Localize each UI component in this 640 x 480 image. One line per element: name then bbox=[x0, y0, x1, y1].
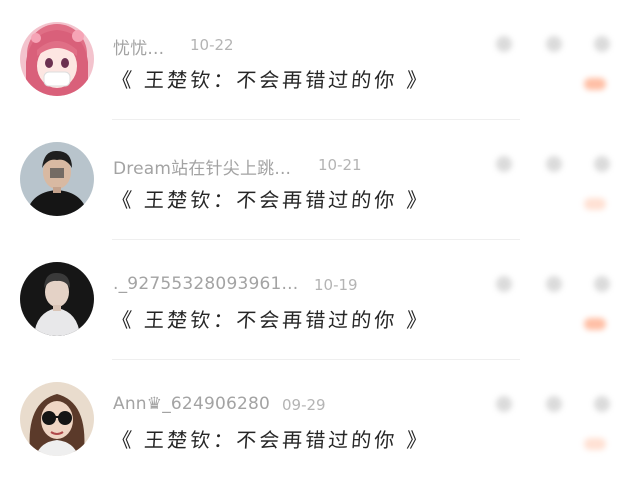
more-icon[interactable] bbox=[594, 396, 610, 412]
hot-badge-icon bbox=[584, 438, 606, 450]
anime-girl-avatar-icon[interactable] bbox=[20, 22, 94, 96]
comment-actions bbox=[488, 150, 628, 230]
comment-row: ._92755328093961... 10-19 《 王楚钦：不会再错过的你 … bbox=[0, 240, 640, 360]
girl-sunglasses-avatar-icon[interactable] bbox=[20, 382, 94, 456]
like-icon[interactable] bbox=[496, 396, 512, 412]
share-icon[interactable] bbox=[546, 156, 562, 172]
comment-text: 《 王楚钦：不会再错过的你 》 bbox=[111, 68, 431, 92]
man-avatar-icon[interactable] bbox=[20, 142, 94, 216]
share-icon[interactable] bbox=[546, 396, 562, 412]
username[interactable]: Dream站在针尖上跳... bbox=[113, 154, 291, 179]
hot-badge-icon bbox=[584, 198, 606, 210]
username[interactable]: ._92755328093961... bbox=[113, 274, 298, 294]
comment-text: 《 王楚钦：不会再错过的你 》 bbox=[111, 428, 431, 452]
username[interactable]: Ann♛_624906280 bbox=[113, 394, 270, 414]
comment-date: 10-22 bbox=[190, 36, 234, 54]
comment-actions bbox=[488, 30, 628, 110]
like-icon[interactable] bbox=[496, 36, 512, 52]
like-icon[interactable] bbox=[496, 156, 512, 172]
hot-badge-icon bbox=[584, 318, 606, 330]
comment-row: 忧忧... 10-22 《 王楚钦：不会再错过的你 》 bbox=[0, 0, 640, 120]
comment-text: 《 王楚钦：不会再错过的你 》 bbox=[111, 308, 431, 332]
man-avatar-icon[interactable] bbox=[20, 262, 94, 336]
more-icon[interactable] bbox=[594, 276, 610, 292]
more-icon[interactable] bbox=[594, 36, 610, 52]
comment-text: 《 王楚钦：不会再错过的你 》 bbox=[111, 188, 431, 212]
username[interactable]: 忧忧... bbox=[113, 34, 164, 59]
more-icon[interactable] bbox=[594, 156, 610, 172]
hot-badge-icon bbox=[584, 78, 606, 90]
comment-actions bbox=[488, 390, 628, 470]
comment-date: 10-19 bbox=[314, 276, 358, 294]
share-icon[interactable] bbox=[546, 36, 562, 52]
comment-row: Ann♛_624906280 09-29 《 王楚钦：不会再错过的你 》 bbox=[0, 360, 640, 480]
comment-date: 09-29 bbox=[282, 396, 326, 414]
comment-row: Dream站在针尖上跳... 10-21 《 王楚钦：不会再错过的你 》 bbox=[0, 120, 640, 240]
like-icon[interactable] bbox=[496, 276, 512, 292]
comment-actions bbox=[488, 270, 628, 350]
comment-date: 10-21 bbox=[318, 156, 362, 174]
comment-list: 忧忧... 10-22 《 王楚钦：不会再错过的你 》 Dream站在针尖上跳.… bbox=[0, 0, 640, 473]
share-icon[interactable] bbox=[546, 276, 562, 292]
